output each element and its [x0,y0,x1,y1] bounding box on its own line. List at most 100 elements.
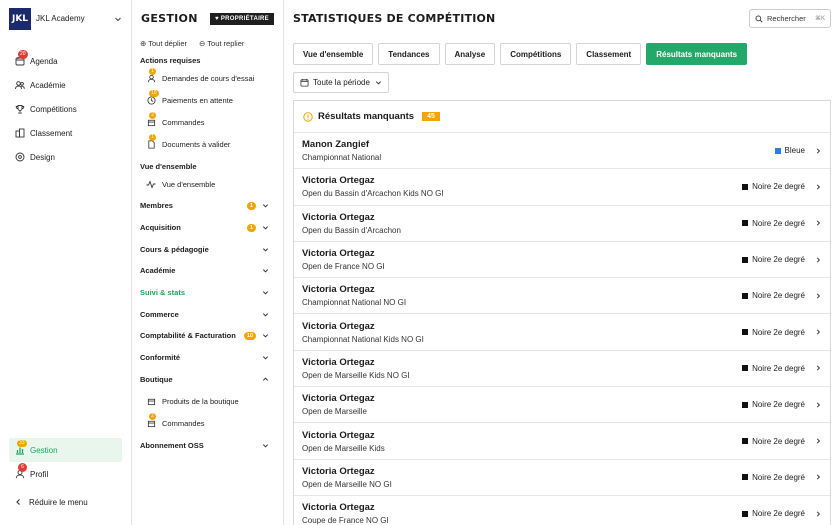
action-label: Commandes [162,117,205,127]
chevron-down-icon [262,202,269,209]
action-trial-requests[interactable]: 1 Demandes de cours d'essai [132,67,283,89]
search-button[interactable]: Rechercher ⌘K [749,9,831,28]
chevron-down-icon [262,442,269,449]
nav-item-gestion[interactable]: 33 Gestion [9,438,122,462]
nav-label: Académie [30,80,66,90]
action-badge: 10 [149,90,159,97]
calendar-icon [300,78,309,87]
group-label: Boutique [140,374,173,384]
belt-label: Noire 2e degré [752,363,805,373]
collapse-all-button[interactable]: ⊖ Tout replier [199,39,244,48]
result-row[interactable]: Victoria Ortegaz Coupe de France NO GI Noi… [294,496,830,525]
tab-missing-results[interactable]: Résultats manquants [646,43,748,65]
gestion-panel: GESTION ♥ PROPRIÉTAIRE ⊕ Tout déplier ⊖ … [132,0,284,525]
academy-switcher[interactable]: JKL JKL Academy [0,0,131,37]
result-row[interactable]: Victoria Ortegaz Open de France NO GI Noir… [294,242,830,279]
athlete-name: Victoria Ortegaz [302,429,375,441]
belt-label: Noire 2e degré [752,436,805,446]
user-icon: 6 [14,462,27,480]
result-row[interactable]: Victoria Ortegaz Championnat National NO … [294,278,830,315]
competition-name: Open de Marseille Kids [302,443,385,453]
result-info: Victoria Ortegaz Open du Bassin d'Arcacho… [302,212,401,235]
boutique-products[interactable]: Produits de la boutique [132,390,283,412]
nav-item-classement[interactable]: Classement [0,121,131,145]
chevron-down-icon [262,246,269,253]
athlete-name: Victoria Ortegaz [302,393,375,405]
result-row[interactable]: Victoria Ortegaz Open du Bassin d'Arcacho… [294,206,830,242]
result-row[interactable]: Manon Zangief Championnat National Bleue [294,133,830,170]
nav-item-competitions[interactable]: Compétitions [0,97,131,121]
result-row[interactable]: Victoria Ortegaz Open de Marseille Kids No… [294,423,830,460]
nav-item-profil[interactable]: 6 Profil [0,462,131,486]
search-shortcut: ⌘K [814,16,825,22]
missing-results-list: Manon Zangief Championnat National Bleue Vi… [294,133,830,525]
group-badge: 10 [243,331,256,340]
group-commerce[interactable]: Commerce [132,303,283,325]
overview-heading: Vue d'ensemble [140,161,197,171]
result-row[interactable]: Victoria Ortegaz Open de Marseille Noire 2… [294,387,830,424]
action-documents[interactable]: 1 Documents à valider [132,133,283,155]
competition-name: Open du Bassin d'Arcachon Kids NO GI [302,189,444,199]
chevron-down-icon [375,79,382,86]
action-pending-payments[interactable]: 10 Paiements en attente [132,89,283,111]
tab-competitions[interactable]: Compétitions [500,43,572,65]
nav-item-agenda[interactable]: 20 Agenda [0,49,131,73]
nav-item-design[interactable]: Design [0,145,131,169]
boutique-item-label: Produits de la boutique [162,396,239,406]
group-cours[interactable]: Cours & pédagogie [132,238,283,260]
group-comptabilite[interactable]: Comptabilité & Facturation 10 [132,325,283,347]
bottom-nav: 33 Gestion 6 Profil Réduire le menu [0,438,131,514]
group-acquisition[interactable]: Acquisition 1 [132,217,283,239]
competition-name: Open du Bassin d'Arcachon [302,225,401,235]
group-suivi-stats[interactable]: Suivi & stats [132,282,283,304]
group-abonnement-oss[interactable]: Abonnement OSS [132,434,283,456]
belt-label: Noire 2e degré [752,255,805,265]
chevron-right-icon [815,219,822,227]
result-row[interactable]: Victoria Ortegaz Open du Bassin d'Arcacho… [294,169,830,206]
group-boutique[interactable]: Boutique [132,369,283,391]
group-academie[interactable]: Académie [132,260,283,282]
chevron-down-icon [262,332,269,339]
group-conformite[interactable]: Conformité [132,347,283,369]
nav-label: Classement [30,128,73,138]
competition-name: Open de Marseille [302,407,367,417]
result-row[interactable]: Victoria Ortegaz Open de Marseille NO GI N… [294,460,830,496]
trophy-icon [14,104,25,115]
expand-all-button[interactable]: ⊕ Tout déplier [140,39,187,48]
collapse-all-label: Tout replier [207,38,245,48]
belt-label: Noire 2e degré [752,182,805,192]
period-select[interactable]: Toute la période [293,72,389,93]
group-badge: 1 [246,223,256,232]
group-label: Membres [140,201,173,211]
palette-icon [14,152,25,163]
belt-info: Noire 2e degré [742,255,822,264]
nav-item-academie[interactable]: Académie [0,73,131,97]
boutique-orders[interactable]: 2 Commandes [132,412,283,434]
boutique-item-label: Commandes [162,418,205,428]
tab-ranking[interactable]: Classement [576,43,642,65]
owner-badge: ♥ PROPRIÉTAIRE [209,12,274,25]
overview-link[interactable]: Vue d'ensemble [132,173,283,195]
nav-label: Compétitions [30,104,77,114]
belt-color-swatch [742,292,749,299]
tab-trends[interactable]: Tendances [378,43,440,65]
academy-logo: JKL [9,7,31,30]
nav-label: Gestion [30,445,58,455]
action-orders[interactable]: 2 Commandes [132,111,283,133]
tab-overview[interactable]: Vue d'ensemble [293,43,374,65]
competition-name: Championnat National NO GI [302,298,407,308]
chevron-right-icon [815,328,822,336]
result-info: Manon Zangief Championnat National [302,139,381,162]
collapse-menu-label: Réduire le menu [29,497,88,507]
missing-count-badge: 45 [422,112,440,121]
result-row[interactable]: Victoria Ortegaz Championnat National Kid… [294,314,830,351]
result-row[interactable]: Victoria Ortegaz Open de Marseille Kids N… [294,351,830,388]
tab-analysis[interactable]: Analyse [444,43,496,65]
search-icon [755,15,763,23]
athlete-name: Manon Zangief [302,139,370,151]
box-icon: 2 [146,112,156,127]
group-membres[interactable]: Membres 1 [132,195,283,217]
page-title: STATISTIQUES DE COMPÉTITION [293,12,496,25]
missing-results-panel: Résultats manquants 45 Manon Zangief Cham… [293,100,831,525]
collapse-menu-button[interactable]: Réduire le menu [0,490,131,514]
